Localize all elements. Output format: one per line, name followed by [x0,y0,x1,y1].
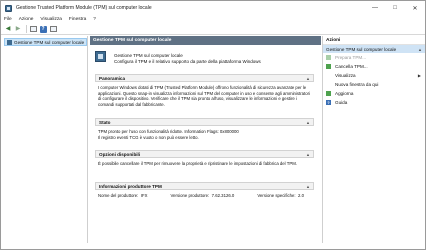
collapse-icon[interactable]: ▲ [306,76,310,81]
blank-icon [326,73,331,78]
clear-tpm-icon [326,64,331,69]
menu-file[interactable]: File [4,17,12,22]
close-button[interactable]: ✕ [405,1,425,15]
manufacturer-header[interactable]: Informazioni produttore TPM ▲ [95,182,314,190]
action-pane-icon [49,26,57,32]
mmc-window: Gestione Trusted Platform Module (TPM) s… [0,0,426,250]
minimize-button[interactable]: — [365,1,385,15]
help-button[interactable]: ? [39,25,47,33]
options-header[interactable]: Opzioni disponibili ▲ [95,150,314,158]
manufacturer-name-field: Nome del produttore: IFX [98,193,147,199]
overview-header[interactable]: Panoramica ▲ [95,74,314,82]
toolbar-separator [26,25,27,33]
collapse-icon[interactable]: ▲ [306,184,310,189]
intro-block: Gestione TPM sul computer locale Configu… [95,49,315,71]
status-header[interactable]: Stato ▲ [95,118,314,126]
intro-text: Gestione TPM sul computer locale Configu… [114,53,261,71]
details-header: Gestione TPM sul computer locale [90,36,321,45]
submenu-arrow-icon: ▶ [417,73,421,78]
show-action-pane-button[interactable] [49,25,57,33]
tpm-chip-icon [95,51,106,62]
status-body: TPM pronto per l'uso con funzionalità ri… [95,126,314,142]
menu-help[interactable]: ? [93,17,96,22]
action-view[interactable]: Visualizza ▶ [323,71,425,80]
options-section: Opzioni disponibili ▲ È possibile cancel… [95,150,314,169]
back-button[interactable]: ◀ [4,25,12,33]
actions-subheader[interactable]: Gestione TPM sul computer locale ▲ [323,45,425,53]
manufacturer-name-label: Nome del produttore: [98,193,139,198]
action-label: Guida [335,100,348,105]
tree-item-label: Gestione TPM sul computer locale [14,39,85,45]
options-text: È possibile cancellare il TPM per rimuov… [98,161,298,166]
console-tree-icon [29,26,37,32]
title-bar[interactable]: Gestione Trusted Platform Module (TPM) s… [1,1,425,15]
action-help[interactable]: ? Guida [323,98,425,107]
spec-version-label: Versione specifiche: [257,193,296,198]
forward-button[interactable]: ▶ [14,25,22,33]
back-arrow-icon: ◀ [5,26,11,32]
status-title: Stato [99,119,111,125]
actions-header: Azioni [323,36,425,45]
manufacturer-section: Informazioni produttore TPM ▲ Nome del p… [95,182,314,201]
status-section: Stato ▲ TPM pronto per l'uso con funzion… [95,118,314,142]
spec-version-field: Versione specifiche: 2.0 [257,193,304,199]
options-title: Opzioni disponibili [99,151,141,157]
actions-subheader-label: Gestione TPM sul computer locale [326,46,397,52]
manufacturer-name-value: IFX [140,193,148,198]
action-prepare-tpm[interactable]: Prepara TPM... [323,53,425,62]
manufacturer-properties: Nome del produttore: IFX Versione produt… [95,190,314,201]
overview-section: Panoramica ▲ I computer Windows dotati d… [95,74,314,109]
action-label: Visualizza [335,73,356,78]
manufacturer-version-value: 7.62.3126.0 [211,193,235,198]
tpm-icon [7,39,12,45]
window-controls: — □ ✕ [365,1,425,15]
action-label: Aggiorna [335,91,354,96]
menu-visualizza[interactable]: Visualizza [40,17,62,22]
help-icon: ? [39,25,47,33]
toolbar: ◀ ▶ ? [1,24,425,35]
window-title: Gestione Trusted Platform Module (TPM) s… [16,5,152,11]
blank-icon [326,82,331,87]
tree-item-tpm-management[interactable]: Gestione TPM sul computer locale [4,38,88,46]
spec-version-value: 2.0 [298,193,304,198]
details-pane: Gestione TPM sul computer locale Gestion… [90,36,321,243]
manufacturer-version-field: Versione produttore: 7.62.3126.0 [171,193,235,199]
action-refresh[interactable]: Aggiorna [323,89,425,98]
menu-bar: File Azione Visualizza Finestra ? [1,15,425,24]
overview-text: I computer Windows dotati di TPM (Truste… [98,85,310,107]
overview-title: Panoramica [99,75,126,81]
action-clear-tpm[interactable]: Cancella TPM... [323,62,425,71]
status-line: Il registro eventi TCG è vuoto o non può… [98,134,199,140]
refresh-icon [326,91,331,96]
prepare-tpm-icon [326,55,331,60]
tpm-app-icon [5,4,12,12]
manufacturer-title: Informazioni produttore TPM [99,183,162,189]
maximize-button[interactable]: □ [385,1,405,15]
menu-finestra[interactable]: Finestra [69,17,86,22]
help-icon: ? [326,100,331,105]
forward-arrow-icon: ▶ [15,26,21,32]
collapse-icon[interactable]: ▲ [306,120,310,125]
actions-pane: Azioni Gestione TPM sul computer locale … [322,36,425,243]
menu-azione[interactable]: Azione [19,17,34,22]
manufacturer-version-label: Versione produttore: [170,193,210,198]
intro-description: Configura il TPM e il relativo supporto … [114,59,261,64]
console-tree: Gestione TPM sul computer locale [2,36,88,243]
show-hide-console-tree-button[interactable] [29,25,37,33]
action-label: Prepara TPM... [335,55,367,60]
collapse-icon[interactable]: ▲ [418,47,422,52]
action-label: Nuova finestra da qui [335,82,379,87]
action-label: Cancella TPM... [335,64,368,69]
collapse-icon[interactable]: ▲ [306,152,310,157]
action-new-window[interactable]: Nuova finestra da qui [323,80,425,89]
